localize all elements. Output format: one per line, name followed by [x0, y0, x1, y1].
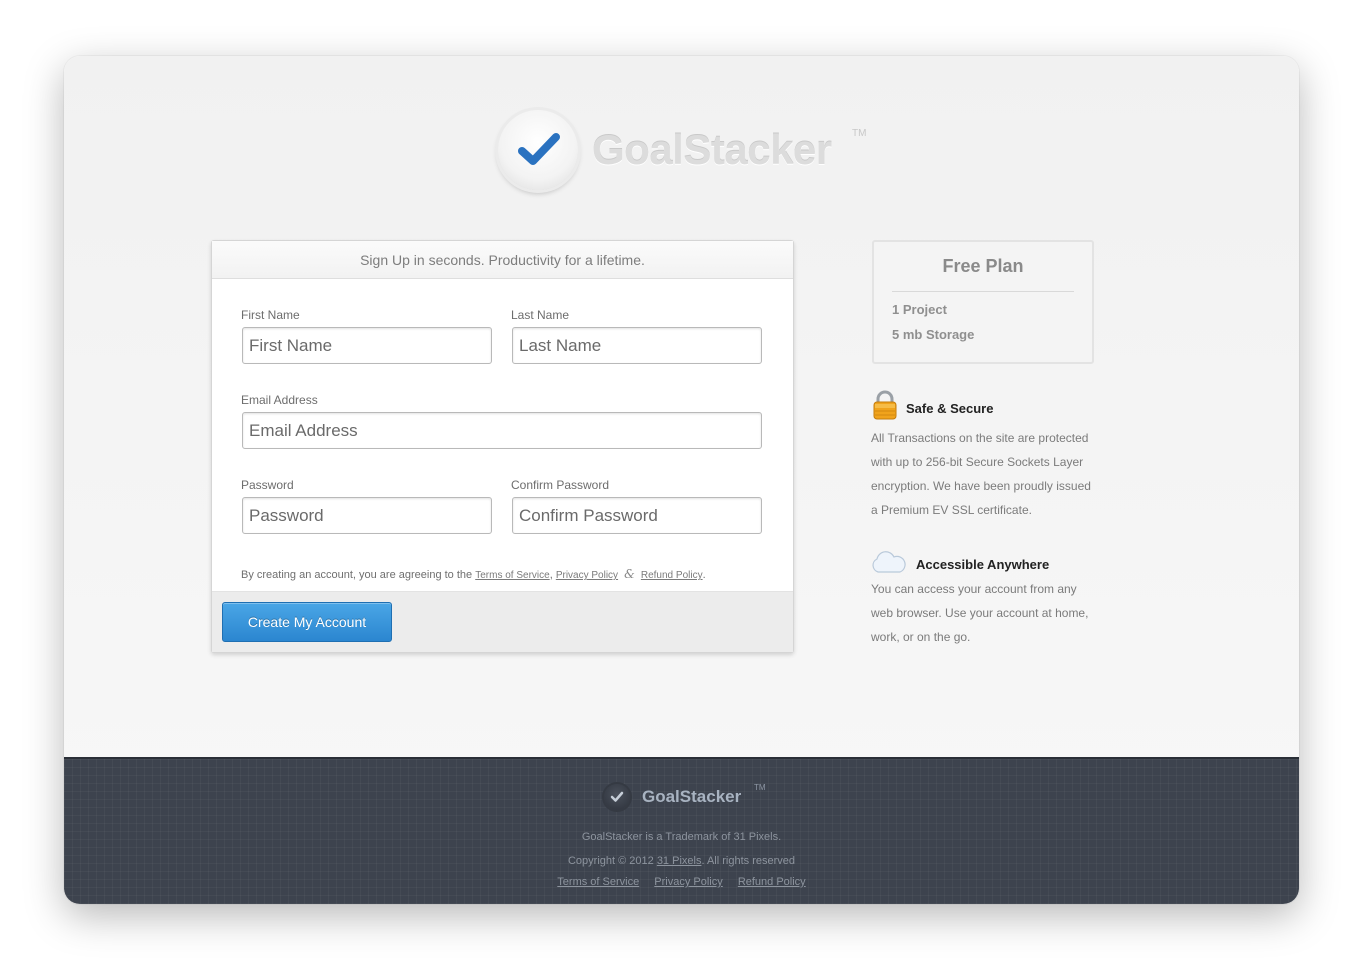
first-name-input[interactable] [242, 327, 492, 364]
copyright-suffix: . All rights reserved [701, 855, 795, 867]
footer-privacy-link[interactable]: Privacy Policy [654, 876, 722, 888]
form-footer: Create My Account [212, 591, 793, 652]
email-input[interactable] [242, 412, 762, 449]
footer-trademark: TM [754, 783, 766, 792]
plan-divider [892, 291, 1074, 292]
agreement-prefix: By creating an account, you are agreeing… [241, 569, 473, 581]
site-footer: GoalStacker TM GoalStacker is a Trademar… [64, 757, 1299, 904]
brand-logo[interactable]: GoalStacker TM [498, 110, 878, 190]
agreement-period: . [702, 569, 706, 581]
terms-link[interactable]: Terms of Service [475, 570, 549, 581]
last-name-label: Last Name [511, 308, 570, 322]
plan-item-storage: 5 mb Storage [892, 327, 975, 342]
plan-item-projects: 1 Project [892, 302, 947, 317]
copyright-prefix: Copyright © 2012 [567, 855, 654, 867]
agreement-comma: , [549, 569, 553, 581]
last-name-input[interactable] [512, 327, 762, 364]
signup-form: Sign Up in seconds. Productivity for a l… [211, 240, 794, 653]
password-label: Password [241, 478, 294, 492]
footer-logo[interactable]: GoalStacker TM [604, 783, 804, 813]
lock-icon [872, 390, 898, 425]
first-name-label: First Name [241, 308, 300, 322]
checkmark-badge-icon [498, 110, 578, 190]
footer-checkmark-icon [604, 784, 630, 810]
footer-terms-link[interactable]: Terms of Service [557, 876, 639, 888]
brand-name: GoalStacker [592, 126, 832, 173]
feature-text-accessible: You can access your account from any web… [871, 582, 1089, 644]
agreement-text: By creating an account, you are agreeing… [241, 567, 706, 581]
refund-link[interactable]: Refund Policy [641, 570, 703, 581]
footer-refund-link[interactable]: Refund Policy [738, 876, 806, 888]
footer-links: Terms of Service Privacy Policy Refund P… [64, 876, 1299, 888]
agreement-ampersand: & [624, 567, 635, 581]
app-window: GoalStacker TM Sign Up in seconds. Produ… [64, 56, 1299, 904]
company-link[interactable]: 31 Pixels [657, 855, 702, 867]
email-label: Email Address [241, 393, 318, 407]
footer-trademark-line: GoalStacker is a Trademark of 31 Pixels. [581, 831, 782, 843]
create-account-button[interactable]: Create My Account [222, 602, 392, 642]
feature-title-secure: Safe & Secure [906, 401, 994, 416]
privacy-link[interactable]: Privacy Policy [556, 570, 618, 581]
signup-heading: Sign Up in seconds. Productivity for a l… [212, 241, 793, 279]
footer-brand-name: GoalStacker [642, 787, 742, 806]
password-input[interactable] [242, 497, 492, 534]
footer-copyright: Copyright © 2012 31 Pixels. All rights r… [64, 855, 1299, 867]
feature-text-secure: All Transactions on the site are protect… [871, 431, 1091, 517]
feature-title-accessible: Accessible Anywhere [916, 557, 1050, 572]
plan-box: Free Plan 1 Project 5 mb Storage [872, 240, 1094, 364]
cloud-icon [870, 550, 906, 579]
confirm-password-label: Confirm Password [511, 478, 610, 492]
confirm-password-input[interactable] [512, 497, 762, 534]
brand-trademark: TM [852, 128, 867, 139]
plan-title: Free Plan [942, 256, 1024, 276]
